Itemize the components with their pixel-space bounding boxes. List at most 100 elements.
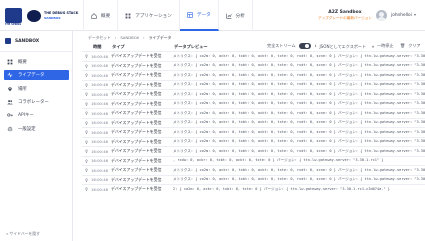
event-row[interactable]: 16:00:46 デバイスアップデートを受信 メトリクス: { co2m: 0, a… [82, 165, 425, 175]
event-time: 16:00:46 [91, 148, 109, 154]
breadcrumb-sandbox[interactable]: SANDBOX [120, 35, 139, 41]
project-name: SANDBOX [15, 38, 40, 44]
live-icon [7, 72, 13, 78]
download-icon: ⭳ [315, 43, 317, 48]
upgrade-notice[interactable]: アップグレードの最新バージョン [318, 16, 372, 22]
column-header-preview: データプレビュー [174, 44, 208, 49]
event-type: デバイスアップデートを受信 [111, 72, 162, 78]
event-row[interactable]: 16:00:46 デバイスアップデートを受信 メトリクス: { co2m: 0, a… [82, 70, 425, 80]
users-icon [7, 100, 13, 105]
nav-tab-data[interactable]: データ [179, 0, 219, 31]
key-icon [7, 113, 13, 117]
event-type: デバイスアップデートを受信 [111, 119, 162, 125]
gateway-icon [84, 64, 89, 68]
chart-icon [225, 13, 232, 19]
event-preview: メトリクス: { co2m: 0, ackr: 0, txbt: 0, ackt… [173, 82, 425, 87]
event-time: 16:00:46 [91, 110, 109, 116]
debug-stack-logo[interactable] [27, 10, 41, 22]
event-preview: メトリクス: { co2m: 0, ackr: 0, txbt: 0, ackt… [173, 63, 425, 68]
gateway-icon [84, 92, 89, 96]
breadcrumb-current: ライブデータ [148, 35, 172, 40]
pin-icon [8, 87, 12, 92]
event-row[interactable]: 16:00:46 デバイスアップデートを受信 メトリクス: { co2m: 0, a… [82, 79, 425, 90]
event-preview: 2: { co2m: 0, ackr: 0, txbt: 0, txte: 0 … [173, 186, 390, 191]
event-row[interactable]: 16:00:46 デバイスアップデートを受信 メトリクス: { co2m: 0, a… [82, 89, 425, 99]
gateway-icon [84, 149, 89, 153]
event-row[interactable]: 16:00:46 デバイスアップデートを受信 メトリクス: { co2m: 0, a… [82, 146, 425, 156]
nav-tab-applications[interactable]: アプリケーション [118, 0, 180, 31]
event-time: 16:00:46 [91, 139, 109, 145]
full-stream-toggle[interactable]: 完全ストリーム [267, 43, 311, 49]
event-time: 16:00:46 [91, 129, 109, 135]
event-preview: メトリクス: { co2m: 0, ackr: 0, txbt: 0, ackt… [173, 91, 425, 96]
nav-tab-label: 概要 [101, 13, 111, 19]
sidebar-item-live-data[interactable]: ライブデータ [4, 70, 69, 80]
event-time: 16:00:46 [91, 91, 109, 97]
event-row[interactable]: 16:00:46 デバイスアップデートを受信 2: { co2m: 0, ackr:… [82, 184, 425, 194]
event-row[interactable]: 16:00:46 デバイスアップデートを受信 メトリクス: { co2m: 0, a… [82, 60, 425, 71]
event-row[interactable]: 16:00:46 デバイスアップデートを受信 メトリクス: { co2m: 0, a… [82, 136, 425, 147]
event-type: デバイスアップデートを受信 [111, 148, 162, 154]
event-preview: メトリクス: { co2m: 0, ackr: 0, txbt: 0, ackt… [173, 148, 425, 153]
column-header-time: 時間 [93, 44, 102, 49]
event-row[interactable]: 16:00:46 デバイスアップデートを受信 メトリクス: { co2m: 0, a… [82, 174, 425, 185]
nav-tab-label: 分析 [235, 13, 245, 19]
event-type: デバイスアップデートを受信 [111, 62, 162, 68]
project-header[interactable]: SANDBOX [5, 38, 39, 44]
event-preview: メトリクス: { co2m: 0, ackr: 0, txbt: 0, ackt… [173, 110, 425, 115]
event-row[interactable]: 16:00:46 デバイスアップデートを受信 メトリクス: { co2m: 0, a… [82, 98, 425, 109]
sidebar-item-location[interactable]: 場所 [4, 84, 69, 94]
column-header-type: タイプ [112, 44, 125, 49]
event-row[interactable]: 16:00:46 デバイスアップデートを受信 メトリクス: { co2m: 0, a… [82, 51, 425, 61]
gateway-icon [84, 168, 89, 172]
sidebar-item-overview[interactable]: 概要 [4, 57, 69, 67]
sidebar-item-api-keys[interactable]: APIキー [4, 110, 69, 120]
gateway-icon [84, 73, 89, 77]
event-time: 16:00:46 [91, 167, 109, 173]
event-row[interactable]: 16:00:46 デバイスアップデートを受信 , rxdw: 0, ackr: 0,… [82, 155, 425, 166]
toggle-switch[interactable] [298, 43, 311, 49]
event-time: 16:00:46 [91, 53, 109, 59]
pause-button[interactable]: ⏸ 一時停止 [372, 43, 393, 49]
event-row[interactable]: 16:00:46 デバイスアップデートを受信 メトリクス: { co2m: 0, a… [82, 108, 425, 118]
user-name[interactable]: johnhelloi [391, 13, 412, 18]
collapse-sidebar-button[interactable]: « サイドバーを隠す [6, 231, 40, 237]
spring-logo[interactable]: THE SPRING [5, 8, 22, 26]
sidebar-item-collaborators[interactable]: コラボレーター [4, 97, 69, 107]
event-time: 16:00:46 [91, 158, 109, 164]
sidebar-item-label: 概要 [18, 60, 27, 65]
gateway-icon [84, 130, 89, 134]
event-preview: , rxdw: 0, ackr: 0, txbt: 0, ackt: 0, tx… [173, 158, 384, 163]
chevron-down-icon[interactable]: ▾ [414, 12, 416, 17]
breadcrumb-separator: › [114, 35, 117, 40]
event-type: デバイスアップデートを受信 [111, 53, 162, 59]
sidebar: SANDBOX 概要 ライブデータ 場所 コラボレーター APIキー 一般設定 … [0, 31, 73, 241]
environment-badge[interactable]: A2Z Sandbox アップグレードの最新バージョン [318, 10, 372, 21]
nav-tab-overview[interactable]: 概要 [83, 0, 119, 31]
event-preview: メトリクス: { co2m: 0, ackr: 0, txbt: 0, ackt… [173, 101, 425, 106]
event-type: デバイスアップデートを受信 [111, 167, 162, 173]
event-type: デバイスアップデートを受信 [111, 100, 162, 106]
clear-label: クリア [408, 43, 421, 48]
pause-label: 一時停止 [377, 43, 394, 48]
sidebar-item-general-settings[interactable]: 一般設定 [4, 124, 69, 134]
breadcrumb-datasets[interactable]: データセット [88, 35, 111, 41]
event-type: デバイスアップデートを受信 [111, 157, 162, 163]
event-type: デバイスアップデートを受信 [111, 176, 162, 182]
sidebar-divider [0, 51, 72, 52]
nav-tab-analytics[interactable]: 分析 [219, 0, 253, 31]
gateway-icon [84, 83, 89, 87]
breadcrumb: データセット › SANDBOX › ライブデータ [88, 35, 171, 41]
export-json-button[interactable]: ⭳ JSONとしてエクスポート [315, 43, 366, 50]
event-row[interactable]: 16:00:46 デバイスアップデートを受信 メトリクス: { co2m: 0, a… [82, 117, 425, 128]
clear-button[interactable]: 🗑 クリア [400, 43, 420, 49]
gateway-icon [84, 111, 89, 115]
event-type: デバイスアップデートを受信 [111, 186, 162, 192]
event-type: デバイスアップデートを受信 [111, 138, 162, 144]
event-type: デバイスアップデートを受信 [111, 110, 162, 116]
event-type: デバイスアップデートを受信 [111, 91, 162, 97]
gateway-icon [84, 187, 89, 191]
event-time: 16:00:46 [91, 101, 109, 107]
event-row[interactable]: 16:00:46 デバイスアップデートを受信 メトリクス: { co2m: 0, a… [82, 127, 425, 137]
avatar[interactable] [376, 10, 387, 21]
